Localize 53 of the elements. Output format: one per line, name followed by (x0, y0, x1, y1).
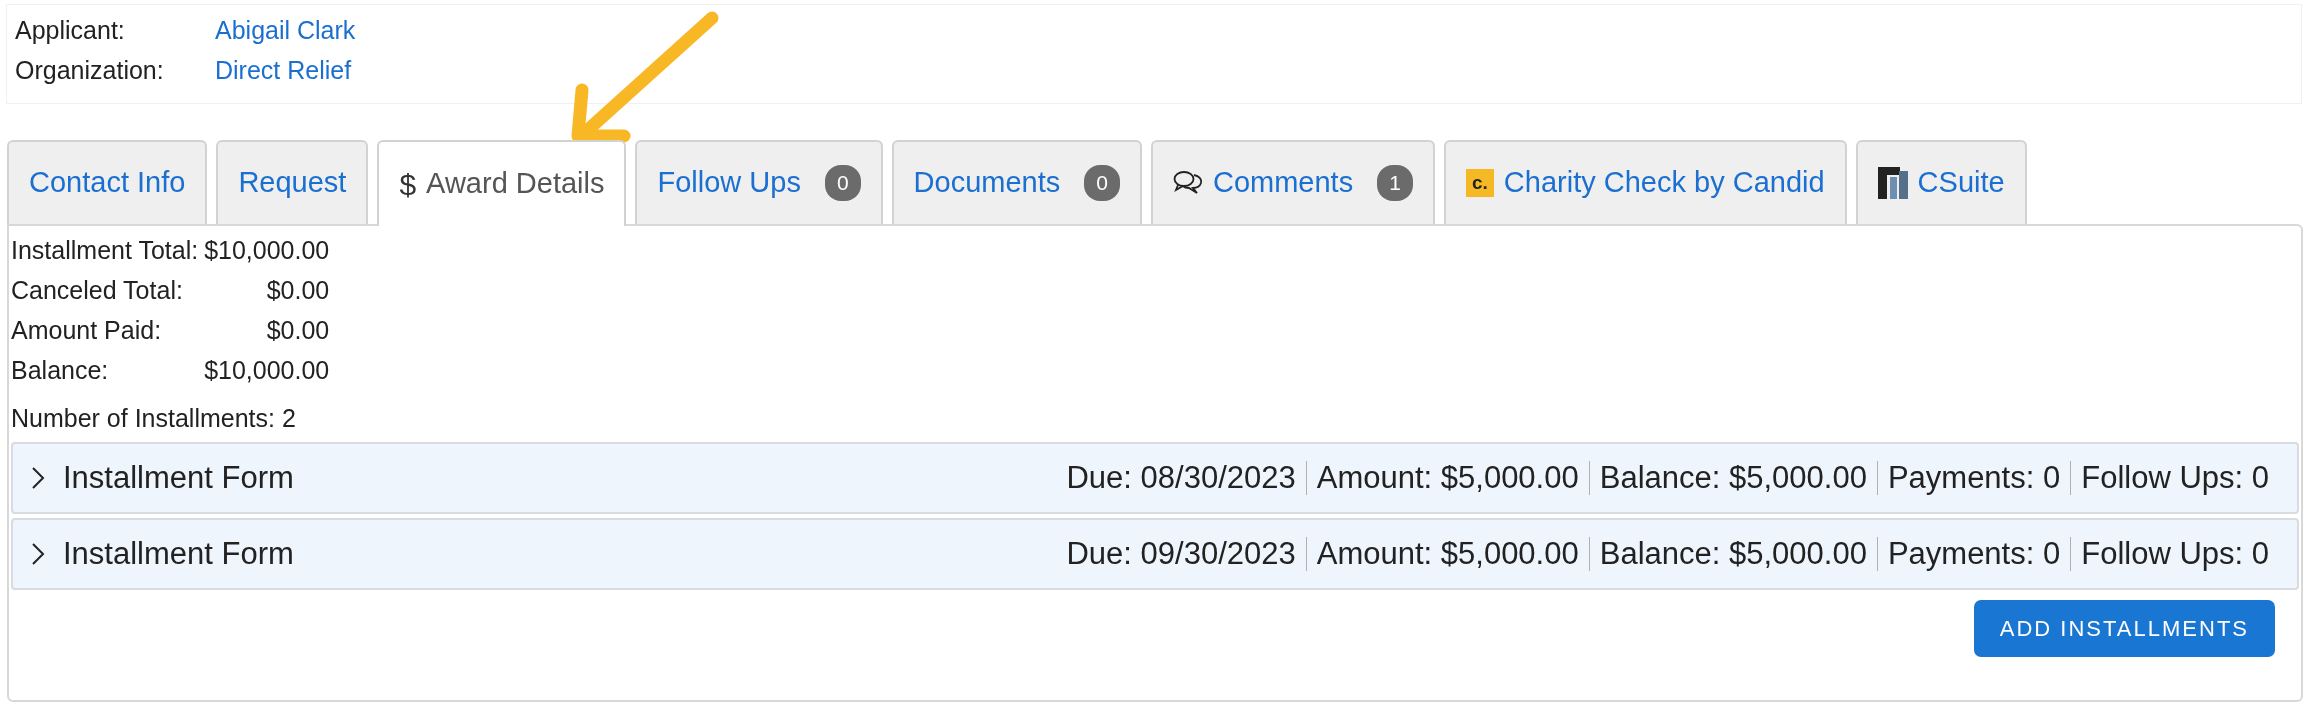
add-installments-button[interactable]: ADD INSTALLMENTS (1973, 600, 2275, 657)
tab[interactable]: Documents 0 (891, 140, 1142, 224)
installment-field: Amount: $5,000.00 (1305, 537, 1589, 571)
summary-label: Installment Total: (11, 235, 199, 266)
chevron-icon[interactable] (31, 466, 45, 490)
tab-label: Comments (1212, 165, 1354, 201)
installment-field: Due: 09/30/2023 (1056, 537, 1306, 571)
tab-label: Charity Check by Candid (1503, 165, 1825, 201)
field-label: Organization: (15, 55, 165, 87)
comments-icon (1172, 170, 1203, 196)
tab[interactable]: CSuite (1855, 140, 2027, 224)
tab-label: Contact Info (29, 165, 186, 201)
field-label: Applicant: (15, 15, 126, 47)
dollar-icon: $ (399, 161, 417, 207)
tab[interactable]: Request (216, 140, 369, 224)
tab-label: Request (238, 165, 347, 201)
tab[interactable]: Follow Ups 0 (635, 140, 883, 224)
count-badge: 0 (824, 165, 861, 201)
summary-label: Canceled Total: (11, 275, 184, 306)
installment-row[interactable]: Installment Form Due: 08/30/2023 Amount: $5,000.00 Balance: $5,000.00 Payments: 0 Follow Ups: 0 (11, 442, 2299, 514)
tab-label: Documents (913, 165, 1061, 201)
summary-value: $10,000.00 (204, 235, 330, 266)
tab-label: Award Details (426, 166, 605, 202)
installment-field: Balance: $5,000.00 (1588, 537, 1877, 571)
installment-field: Follow Ups: 0 (2070, 537, 2279, 571)
tab-label: Follow Ups (657, 165, 801, 201)
installment-title: Installment Form (63, 458, 294, 497)
installment-field: Due: 08/30/2023 (1056, 461, 1306, 495)
installment-title: Installment Form (63, 534, 294, 573)
installment-field: Balance: $5,000.00 (1588, 461, 1877, 495)
installment-field: Payments: 0 (1876, 461, 2071, 495)
field-link[interactable]: Abigail Clark (215, 12, 356, 50)
installment-field: Payments: 0 (1876, 537, 2071, 571)
tab-label: CSuite (1917, 165, 2005, 201)
installment-count: Number of Installments: 2 (11, 403, 297, 434)
csuite-logo-icon (1877, 167, 1908, 199)
field-link[interactable]: Direct Relief (215, 52, 352, 90)
tab[interactable]: $ Award Details (377, 140, 627, 226)
candid-logo-icon: c. (1465, 169, 1494, 197)
installment-row[interactable]: Installment Form Due: 09/30/2023 Amount: $5,000.00 Balance: $5,000.00 Payments: 0 Follow Ups: 0 (11, 518, 2299, 590)
count-badge: 0 (1084, 165, 1120, 201)
chevron-icon[interactable] (31, 542, 45, 566)
tab[interactable]: c. Charity Check by Candid (1443, 140, 1847, 224)
summary-value: $0.00 (265, 275, 330, 306)
tab[interactable]: Comments 1 (1150, 140, 1435, 224)
tab[interactable]: Contact Info (7, 140, 208, 224)
count-badge: 1 (1377, 165, 1413, 201)
summary-label: Amount Paid: (11, 315, 163, 346)
installment-field: Amount: $5,000.00 (1305, 461, 1589, 495)
summary-value: $10,000.00 (204, 355, 330, 386)
summary-label: Balance: (11, 355, 110, 386)
summary-value: $0.00 (265, 315, 330, 346)
installment-field: Follow Ups: 0 (2070, 461, 2279, 495)
